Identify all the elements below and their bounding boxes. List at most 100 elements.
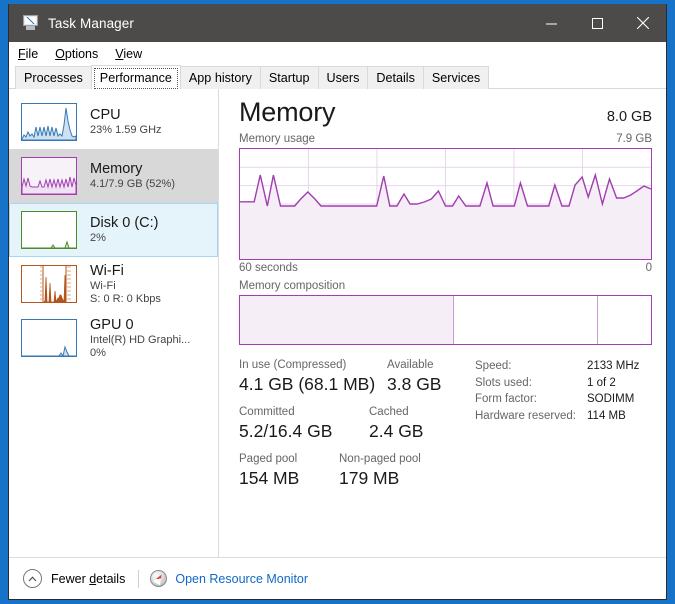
stat-committed: Committed 5.2/16.4 GB bbox=[239, 405, 369, 443]
composition-segment-modified bbox=[453, 296, 598, 344]
tab-label: Services bbox=[431, 71, 481, 85]
tab-startup[interactable]: Startup bbox=[259, 66, 319, 89]
tab-services[interactable]: Services bbox=[422, 66, 490, 89]
stat-value: 154 MB bbox=[239, 468, 300, 488]
focus-outline bbox=[93, 68, 178, 89]
detail-form-factor: Form factor: SODIMM bbox=[475, 391, 652, 408]
detail-value: SODIMM bbox=[587, 393, 635, 405]
sidebar-item-cpu-text: CPU 23% 1.59 GHz bbox=[90, 107, 162, 137]
graph-axis-labels: 60 seconds 0 bbox=[239, 262, 652, 274]
axis-label-right: 0 bbox=[645, 262, 652, 274]
maximize-button[interactable] bbox=[574, 4, 620, 42]
tab-performance[interactable]: Performance bbox=[90, 65, 181, 89]
axis-label-left: 60 seconds bbox=[239, 262, 298, 274]
sidebar-item-sub: Intel(R) HD Graphi... bbox=[90, 333, 191, 346]
tab-processes[interactable]: Processes bbox=[15, 66, 92, 89]
detail-value: 1 of 2 bbox=[587, 376, 616, 389]
memory-header: Memory 8.0 GB bbox=[239, 97, 652, 128]
memory-usage-graph bbox=[239, 148, 652, 260]
tab-label: Details bbox=[376, 71, 415, 85]
sidebar-item-wifi-text: Wi-Fi Wi-Fi S: 0 R: 0 Kbps bbox=[90, 263, 161, 306]
disk-mini-graph-icon bbox=[21, 211, 77, 249]
memory-details-list: Speed: 2133 MHz Slots used: 1 of 2 Form … bbox=[467, 358, 652, 499]
stat-value: 179 MB bbox=[339, 468, 400, 488]
sidebar-item-wifi[interactable]: Wi-Fi Wi-Fi S: 0 R: 0 Kbps bbox=[9, 257, 218, 311]
composition-segment-in-use bbox=[240, 296, 454, 344]
detail-speed: Speed: 2133 MHz bbox=[475, 358, 652, 375]
title-bar: Task Manager bbox=[9, 4, 666, 42]
stat-available: Available 3.8 GB bbox=[387, 358, 441, 396]
stat-cached: Cached 2.4 GB bbox=[369, 405, 423, 443]
open-resource-monitor-label: Open Resource Monitor bbox=[175, 571, 309, 586]
detail-key: Speed: bbox=[475, 360, 512, 372]
sidebar-item-disk0[interactable]: Disk 0 (C:) 2% bbox=[9, 203, 218, 257]
detail-hardware-reserved: Hardware reserved: 114 MB bbox=[475, 408, 652, 425]
stat-row-1: In use (Compressed) 4.1 GB (68.1 MB) Ava… bbox=[239, 358, 467, 396]
stat-non-paged-pool: Non-paged pool 179 MB bbox=[339, 452, 421, 490]
stat-value: 2.4 GB bbox=[369, 421, 424, 441]
detail-key: Slots used: bbox=[475, 376, 532, 389]
composition-label: Memory composition bbox=[239, 280, 346, 292]
detail-key: Hardware reserved: bbox=[475, 409, 576, 422]
resource-monitor-icon bbox=[150, 570, 168, 587]
stat-label: Paged pool bbox=[239, 453, 298, 465]
tab-label: App history bbox=[188, 71, 252, 85]
memory-usage-plot bbox=[240, 149, 651, 259]
detail-value: 2133 MHz bbox=[587, 360, 640, 372]
sidebar-item-title: CPU bbox=[90, 107, 121, 123]
usage-caption-row: Memory usage 7.9 GB bbox=[239, 133, 652, 145]
menu-item-options-rest: ptions bbox=[64, 46, 99, 61]
usage-label: Memory usage bbox=[239, 133, 316, 145]
sidebar-item-title: Wi-Fi bbox=[90, 262, 124, 279]
open-resource-monitor-link[interactable]: Open Resource Monitor bbox=[150, 570, 308, 587]
stat-row-3: Paged pool 154 MB Non-paged pool 179 MB bbox=[239, 452, 467, 490]
sidebar-item-memory[interactable]: Memory 4.1/7.9 GB (52%) bbox=[9, 149, 218, 203]
tab-label: Processes bbox=[24, 71, 83, 85]
sidebar-item-gpu0-text: GPU 0 Intel(R) HD Graphi... 0% bbox=[90, 317, 190, 360]
detail-value: 114 MB bbox=[587, 409, 626, 422]
detail-slots-used: Slots used: 1 of 2 bbox=[475, 375, 652, 392]
stat-label: Cached bbox=[369, 406, 409, 418]
minimize-button[interactable] bbox=[528, 4, 574, 42]
sidebar-item-gpu0[interactable]: GPU 0 Intel(R) HD Graphi... 0% bbox=[9, 311, 218, 365]
detail-key: Form factor: bbox=[475, 393, 537, 405]
sidebar-item-title: GPU 0 bbox=[90, 316, 134, 333]
resource-sidebar: CPU 23% 1.59 GHz Memory 4.1/7.9 GB (52%) bbox=[9, 89, 219, 557]
chevron-up-icon bbox=[23, 569, 42, 588]
memory-detail-pane: Memory 8.0 GB Memory usage 7.9 GB 60 sec… bbox=[219, 89, 666, 557]
stat-paged-pool: Paged pool 154 MB bbox=[239, 452, 339, 490]
tab-details[interactable]: Details bbox=[367, 66, 424, 89]
menu-item-file-rest: ile bbox=[25, 46, 39, 61]
sidebar-item-sub: 2% bbox=[90, 232, 106, 244]
tab-users[interactable]: Users bbox=[317, 66, 369, 89]
stat-label: In use (Compressed) bbox=[239, 359, 347, 371]
window-title: Task Manager bbox=[48, 15, 134, 31]
menu-item-file[interactable]: File bbox=[18, 47, 38, 61]
menu-item-options[interactable]: Options bbox=[55, 47, 98, 61]
close-button[interactable] bbox=[620, 4, 666, 42]
menu-item-view-rest: iew bbox=[123, 46, 143, 61]
stat-value: 3.8 GB bbox=[387, 374, 442, 394]
usage-max: 7.9 GB bbox=[616, 133, 652, 145]
window-controls bbox=[528, 4, 666, 42]
sidebar-item-title: Memory bbox=[90, 161, 143, 177]
sidebar-item-sub: Wi-Fi bbox=[90, 279, 116, 292]
gpu-mini-graph-icon bbox=[21, 319, 77, 357]
memory-stats-left: In use (Compressed) 4.1 GB (68.1 MB) Ava… bbox=[239, 358, 467, 499]
sidebar-item-sub2: S: 0 R: 0 Kbps bbox=[90, 292, 161, 305]
content-area: CPU 23% 1.59 GHz Memory 4.1/7.9 GB (52%) bbox=[9, 89, 666, 557]
tab-app-history[interactable]: App history bbox=[179, 66, 261, 89]
tab-label: Users bbox=[326, 71, 360, 85]
cpu-mini-graph-icon bbox=[21, 103, 77, 141]
menu-item-view[interactable]: View bbox=[115, 47, 142, 61]
memory-composition-bar[interactable] bbox=[239, 295, 652, 345]
task-manager-window: Task Manager File Options View Processes… bbox=[8, 4, 667, 600]
fewer-details-button[interactable]: Fewer details bbox=[23, 569, 125, 588]
footer-divider bbox=[138, 569, 140, 588]
stat-in-use: In use (Compressed) 4.1 GB (68.1 MB) bbox=[239, 358, 387, 396]
total-memory: 8.0 GB bbox=[606, 109, 652, 125]
stat-row-2: Committed 5.2/16.4 GB Cached 2.4 GB bbox=[239, 405, 467, 443]
fewer-details-label: Fewer details bbox=[51, 571, 126, 586]
stat-label: Non-paged pool bbox=[339, 453, 421, 465]
sidebar-item-cpu[interactable]: CPU 23% 1.59 GHz bbox=[9, 95, 218, 149]
